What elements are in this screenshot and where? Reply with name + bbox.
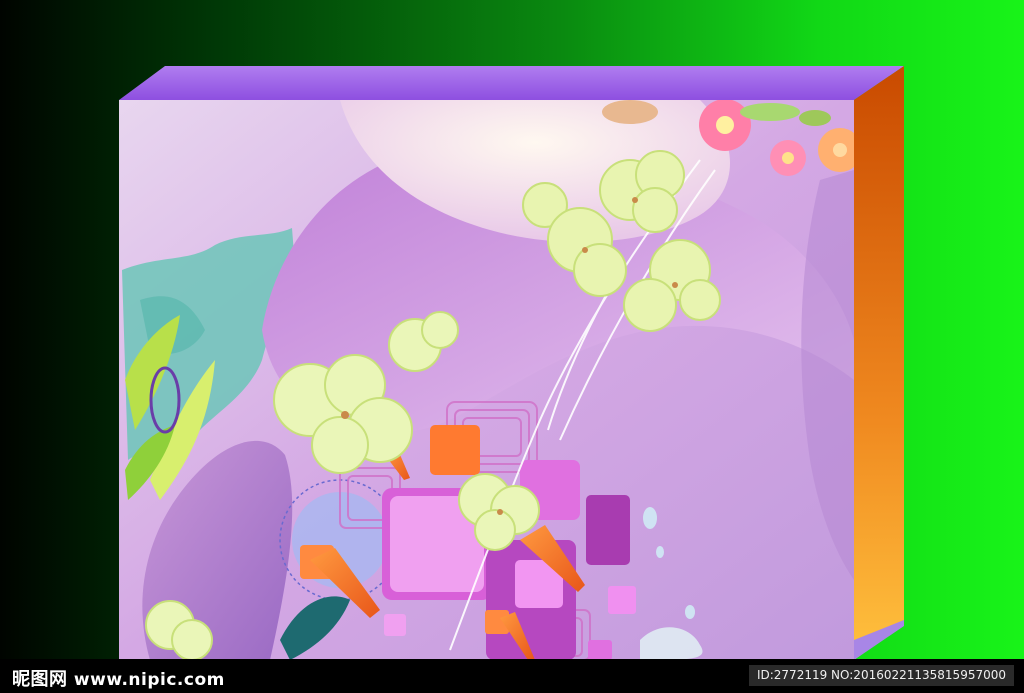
- image-id-label: ID:2772119 NO:20160221135815957000: [748, 665, 1014, 686]
- site-watermark: 昵图网 www.nipic.com: [12, 665, 225, 691]
- box-front-art: [119, 100, 854, 660]
- square-tile-icon: [608, 586, 636, 614]
- box-top: [119, 66, 904, 100]
- site-url: www.nipic.com: [73, 670, 225, 690]
- watermark-bar: 昵图网 www.nipic.com ID:2772119 NO:20160221…: [0, 659, 1024, 693]
- gift-box-scene: [119, 66, 904, 660]
- brand-name: 昵图网: [12, 669, 68, 690]
- box-side: [854, 66, 904, 660]
